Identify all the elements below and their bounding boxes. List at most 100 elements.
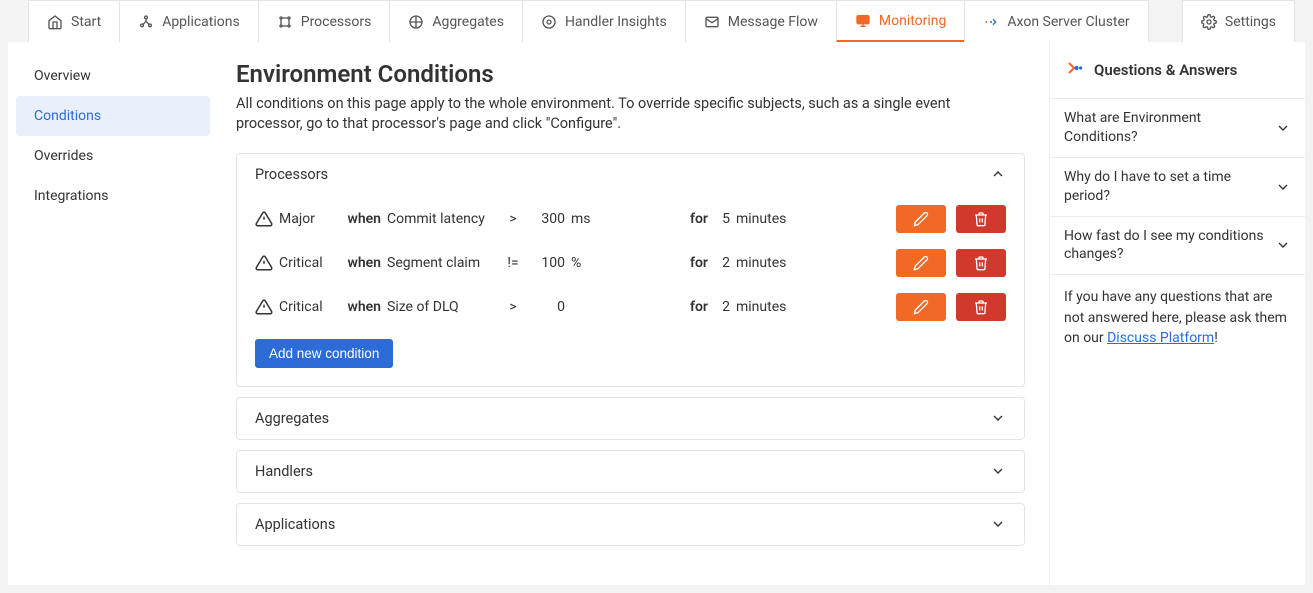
nav-tab-processors[interactable]: Processors (258, 0, 391, 42)
edit-button[interactable] (896, 205, 946, 233)
when-label: when (341, 299, 381, 315)
warning-icon (255, 210, 273, 228)
panel-processors: Processors Major when Commit latency > 3… (236, 153, 1025, 387)
panel-title: Applications (255, 516, 335, 533)
faq-question: What are Environment Conditions? (1064, 109, 1267, 147)
page-description: All conditions on this page apply to the… (236, 94, 996, 135)
trash-icon (973, 299, 989, 315)
chevron-down-icon (1275, 237, 1291, 253)
condition-value: 100 (527, 255, 565, 271)
faq-item[interactable]: How fast do I see my conditions changes? (1050, 217, 1305, 276)
trash-icon (973, 211, 989, 227)
message-flow-icon (704, 14, 720, 30)
condition-value: 0 (527, 299, 565, 315)
edit-button[interactable] (896, 293, 946, 321)
for-label: for (690, 299, 714, 315)
faq-item[interactable]: What are Environment Conditions? (1050, 99, 1305, 158)
chevron-down-icon (990, 410, 1006, 426)
condition-value: 300 (527, 211, 565, 227)
gear-icon (1201, 14, 1217, 30)
qa-header: Questions & Answers (1050, 42, 1305, 99)
qa-foot-text-post: ! (1214, 330, 1218, 346)
pencil-icon (913, 255, 929, 271)
nav-tab-start[interactable]: Start (28, 0, 120, 42)
condition-metric: Segment claim (381, 255, 499, 271)
pencil-icon (913, 299, 929, 315)
warning-icon (255, 298, 273, 316)
nav-tab-label: Processors (301, 14, 372, 30)
nav-tab-label: Message Flow (728, 14, 818, 30)
condition-op: != (499, 255, 527, 271)
edit-button[interactable] (896, 249, 946, 277)
panel-header-aggregates[interactable]: Aggregates (237, 398, 1024, 439)
nav-tab-message-flow[interactable]: Message Flow (685, 0, 837, 42)
condition-unit: % (565, 255, 690, 271)
aggregates-icon (408, 14, 424, 30)
add-condition-button[interactable]: Add new condition (255, 339, 393, 368)
delete-button[interactable] (956, 249, 1006, 277)
qa-panel: Questions & Answers What are Environment… (1049, 42, 1305, 585)
sidebar-item-overview[interactable]: Overview (8, 56, 218, 96)
nav-tab-applications[interactable]: Applications (119, 0, 259, 42)
panel-header-processors[interactable]: Processors (237, 154, 1024, 195)
nav-tab-label: Aggregates (432, 14, 504, 30)
cluster-icon (983, 14, 999, 30)
nav-tab-label: Applications (162, 14, 240, 30)
chevron-down-icon (1275, 120, 1291, 136)
sidebar-item-conditions[interactable]: Conditions (16, 96, 210, 136)
condition-duration-unit: minutes (730, 211, 896, 227)
panel-title: Handlers (255, 463, 313, 480)
condition-row: Major when Commit latency > 300 ms for 5… (255, 197, 1006, 241)
condition-severity: Critical (279, 299, 341, 315)
condition-severity: Major (279, 211, 341, 227)
panel-header-applications[interactable]: Applications (237, 504, 1024, 545)
condition-duration-unit: minutes (730, 299, 896, 315)
condition-metric: Size of DLQ (381, 299, 499, 315)
condition-op: > (499, 299, 527, 315)
apps-icon (138, 14, 154, 30)
main: Environment Conditions All conditions on… (218, 42, 1049, 585)
when-label: when (341, 211, 381, 227)
faq-question: Why do I have to set a time period? (1064, 168, 1267, 206)
panel-body: Major when Commit latency > 300 ms for 5… (237, 195, 1024, 386)
when-label: when (341, 255, 381, 271)
sidebar: Overview Conditions Overrides Integratio… (8, 42, 218, 585)
qa-title: Questions & Answers (1094, 61, 1237, 79)
condition-duration-unit: minutes (730, 255, 896, 271)
chevron-down-icon (1275, 179, 1291, 195)
chevron-up-icon (990, 166, 1006, 182)
condition-severity: Critical (279, 255, 341, 271)
condition-duration-value: 2 (714, 255, 730, 271)
nav-tab-handler-insights[interactable]: Handler Insights (522, 0, 686, 42)
faq-question: How fast do I see my conditions changes? (1064, 227, 1267, 265)
condition-row: Critical when Segment claim != 100 % for… (255, 241, 1006, 285)
delete-button[interactable] (956, 205, 1006, 233)
qa-footer: If you have any questions that are not a… (1050, 275, 1305, 360)
faq-item[interactable]: Why do I have to set a time period? (1050, 158, 1305, 217)
condition-op: > (499, 211, 527, 227)
page-title: Environment Conditions (236, 60, 1025, 88)
nav-tab-label: Axon Server Cluster (1007, 14, 1129, 30)
nav-tab-label: Start (71, 14, 101, 30)
chevron-down-icon (990, 516, 1006, 532)
condition-metric: Commit latency (381, 211, 499, 227)
content: Overview Conditions Overrides Integratio… (8, 42, 1305, 585)
nav-tab-monitoring[interactable]: Monitoring (836, 0, 966, 42)
sidebar-item-overrides[interactable]: Overrides (8, 136, 218, 176)
nav-tab-label: Settings (1225, 14, 1276, 30)
panel-title: Processors (255, 166, 328, 183)
discuss-platform-link[interactable]: Discuss Platform (1107, 330, 1214, 346)
delete-button[interactable] (956, 293, 1006, 321)
panel-handlers: Handlers (236, 450, 1025, 493)
condition-unit: ms (565, 211, 690, 227)
nav-tab-aggregates[interactable]: Aggregates (389, 0, 523, 42)
nav-tab-settings[interactable]: Settings (1182, 0, 1295, 42)
chevron-down-icon (990, 463, 1006, 479)
nav-tab-axon-cluster[interactable]: Axon Server Cluster (964, 0, 1148, 42)
panel-applications: Applications (236, 503, 1025, 546)
home-icon (47, 14, 63, 30)
panel-aggregates: Aggregates (236, 397, 1025, 440)
panel-header-handlers[interactable]: Handlers (237, 451, 1024, 492)
condition-duration-value: 5 (714, 211, 730, 227)
sidebar-item-integrations[interactable]: Integrations (8, 176, 218, 216)
